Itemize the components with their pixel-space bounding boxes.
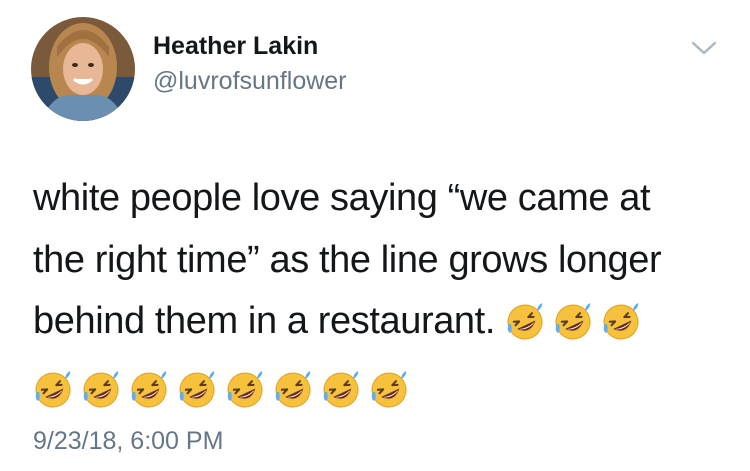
laughing-emoji-icon	[225, 370, 265, 410]
laughing-emoji-icon	[369, 370, 409, 410]
laughing-emoji-icon	[553, 302, 593, 342]
profile-photo-icon	[31, 17, 135, 121]
laughing-emoji-icon	[321, 370, 361, 410]
tweet-line-3-text: behind them in a restaurant.	[33, 300, 495, 342]
emoji-row	[505, 292, 649, 354]
emoji-row	[33, 360, 733, 410]
laughing-emoji-icon	[81, 370, 121, 410]
tweet-line-2: the right time” as the line grows longer	[33, 238, 662, 281]
laughing-emoji-icon	[129, 370, 169, 410]
laughing-emoji-icon	[505, 302, 545, 342]
laughing-emoji-icon	[33, 370, 73, 410]
display-name[interactable]: Heather Lakin	[153, 32, 318, 61]
laughing-emoji-icon	[177, 370, 217, 410]
handle[interactable]: @luvrofsunflower	[153, 67, 347, 96]
timestamp[interactable]: 9/23/18, 6:00 PM	[33, 427, 223, 456]
tweet-text: white people love saying “we came at the…	[33, 168, 733, 410]
chevron-down-icon[interactable]	[690, 38, 718, 58]
tweet-line-1: white people love saying “we came at	[33, 177, 651, 219]
tweet-line-3: behind them in a restaurant.	[33, 291, 733, 354]
laughing-emoji-icon	[601, 302, 641, 342]
avatar[interactable]	[31, 17, 135, 121]
laughing-emoji-icon	[273, 370, 313, 410]
